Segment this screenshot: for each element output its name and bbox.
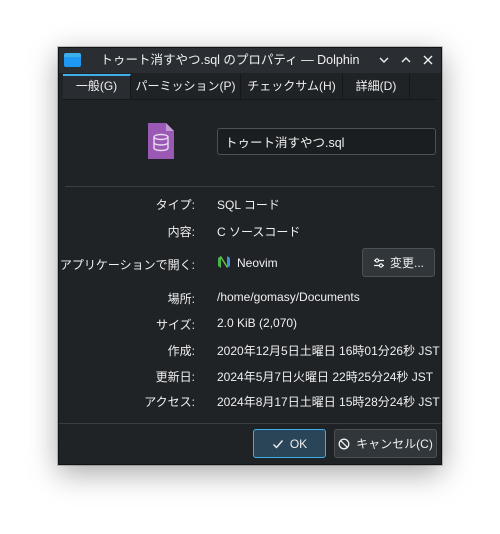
title-bar[interactable]: トゥート消すやつ.sql のプロパティ — Dolphin <box>59 48 441 73</box>
tab-checksums[interactable]: チェックサム(H) <box>241 74 343 99</box>
database-file-icon[interactable] <box>146 122 176 160</box>
created-label: 作成: <box>167 344 195 358</box>
chevron-up-icon[interactable] <box>397 51 415 69</box>
chevron-down-icon[interactable] <box>375 51 393 69</box>
contents-value: C ソースコード <box>217 225 301 239</box>
modified-value: 2024年5月7日火曜日 22時25分24秒 JST <box>217 370 434 384</box>
location-label: 場所: <box>167 292 195 306</box>
tab-bar: 一般(G) パーミッション(P) チェックサム(H) 詳細(D) <box>63 73 437 99</box>
type-label: タイプ: <box>155 198 195 212</box>
tab-general[interactable]: 一般(G) <box>63 74 131 99</box>
change-application-button[interactable]: 変更... <box>362 248 435 277</box>
separator <box>65 186 435 187</box>
properties-dialog: トゥート消すやつ.sql のプロパティ — Dolphin 一般(G) パーミッ… <box>58 47 442 465</box>
tab-divider <box>63 99 437 100</box>
cancel-button[interactable]: キャンセル(C) <box>334 429 437 458</box>
tab-permissions[interactable]: パーミッション(P) <box>131 74 241 99</box>
cancel-icon <box>338 438 350 449</box>
open-with-label: アプリケーションで開く: <box>59 258 195 272</box>
accessed-value: 2024年8月17日土曜日 15時28分24秒 JST <box>217 395 440 409</box>
neovim-icon <box>218 256 230 268</box>
button-bar: OK キャンセル(C) <box>59 423 441 464</box>
folder-icon <box>64 53 81 67</box>
ok-button[interactable]: OK <box>253 429 326 458</box>
size-value: 2.0 KiB (2,070) <box>217 316 298 330</box>
ok-button-label: OK <box>289 436 308 451</box>
tab-details[interactable]: 詳細(D) <box>343 74 410 99</box>
close-icon[interactable] <box>419 51 437 69</box>
configure-icon <box>373 257 384 268</box>
contents-label: 内容: <box>167 225 195 239</box>
created-value: 2020年12月5日土曜日 16時01分26秒 JST <box>217 344 440 358</box>
type-value: SQL コード <box>217 198 280 212</box>
filename-field[interactable] <box>217 128 436 155</box>
modified-label: 更新日: <box>155 370 195 384</box>
accessed-label: アクセス: <box>144 395 195 409</box>
window-title: トゥート消すやつ.sql のプロパティ — Dolphin <box>100 53 360 67</box>
location-value: /home/gomasy/Documents <box>217 290 360 304</box>
open-with-value: Neovim <box>237 256 278 270</box>
change-button-label: 変更... <box>389 256 424 270</box>
cancel-button-label: キャンセル(C) <box>356 437 433 451</box>
size-label: サイズ: <box>156 318 195 332</box>
checkmark-icon <box>272 439 283 449</box>
